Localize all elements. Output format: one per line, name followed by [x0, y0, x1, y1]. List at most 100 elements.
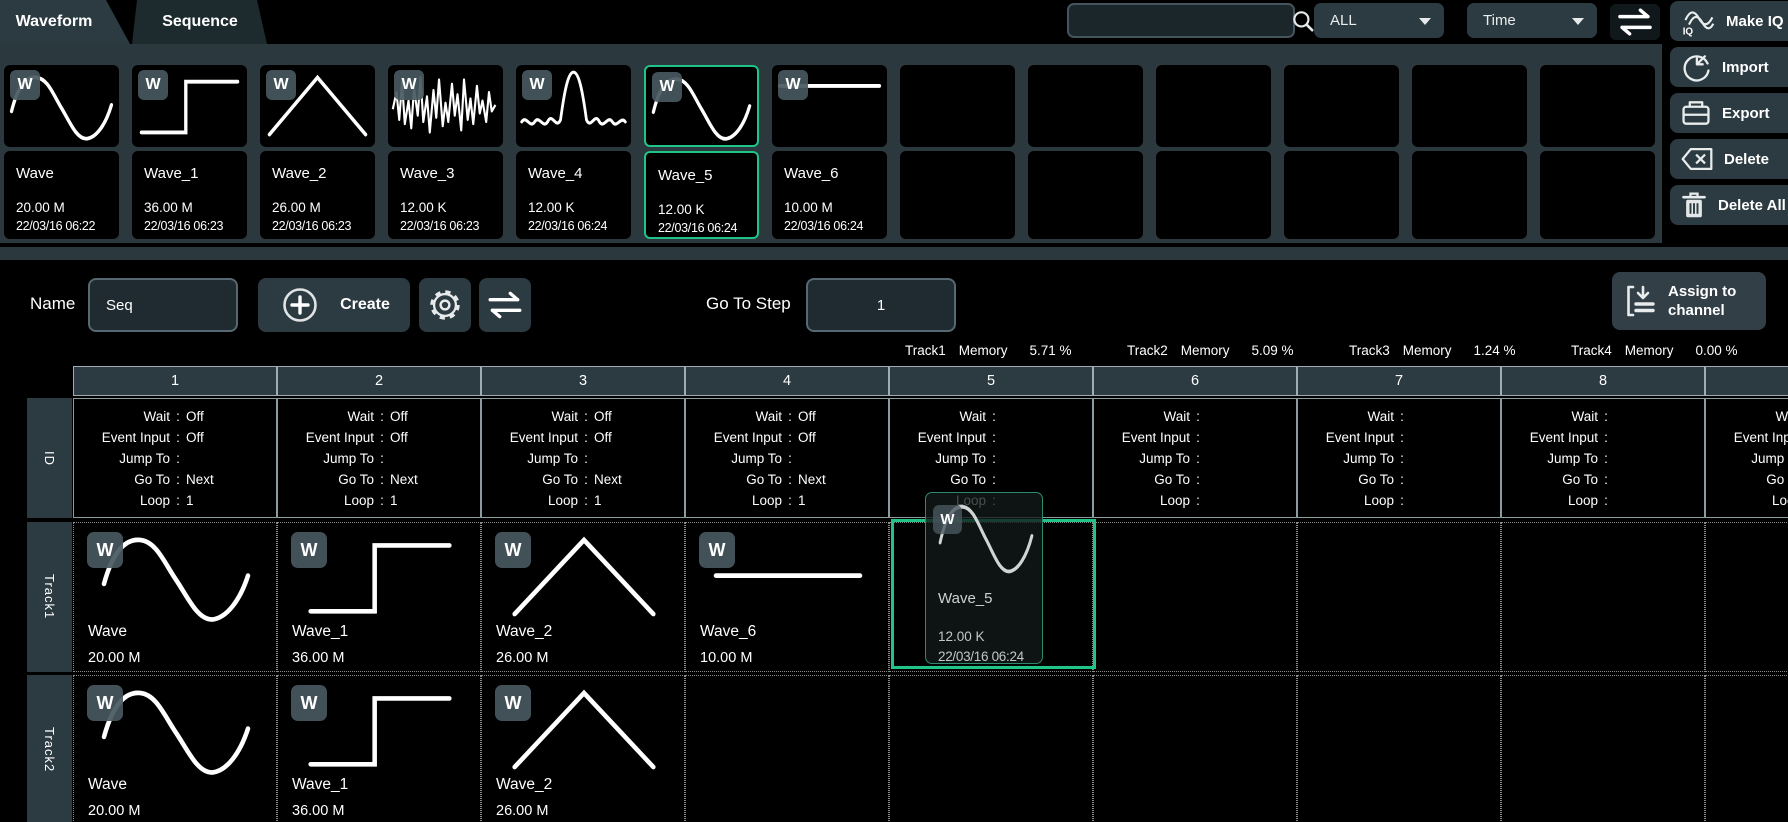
- waveform-tile-wave3[interactable]: W Wave_3 12.00 K 22/03/16 06:23: [388, 65, 503, 243]
- waveform-tile-wave6[interactable]: W Wave_6 10.00 M 22/03/16 06:24: [772, 65, 887, 243]
- track1-step4-cell[interactable]: W Wave_6 10.00 M: [685, 522, 889, 672]
- waveform-date: 22/03/16 06:24: [784, 219, 887, 233]
- waveform-tile-wave[interactable]: W Wave 20.00 M 22/03/16 06:22: [4, 65, 119, 243]
- goto-step-input[interactable]: [806, 278, 956, 332]
- step-header-4[interactable]: 4: [685, 366, 889, 396]
- track1-step1-cell[interactable]: W Wave 20.00 M: [73, 522, 277, 672]
- waveform-path: [104, 693, 248, 773]
- delete-button[interactable]: Delete: [1670, 139, 1788, 179]
- step-header-5[interactable]: 5: [889, 366, 1093, 396]
- step-9-params[interactable]: Wait: Event Input: Jump To: Go To: Loop:: [1705, 398, 1788, 518]
- reorder-steps-button[interactable]: [479, 278, 531, 332]
- cell-waveform-name: Wave_1: [292, 776, 348, 794]
- tab-waveform-label: Waveform: [16, 13, 93, 31]
- waveform-size: 26.00 M: [272, 200, 375, 215]
- waveform-tile-wave2[interactable]: W Wave_2 26.00 M 22/03/16 06:23: [260, 65, 375, 243]
- waveform-path: [311, 545, 450, 611]
- sequence-settings-button[interactable]: [419, 278, 471, 332]
- track2-step3-cell[interactable]: W Wave_2 26.00 M: [481, 675, 685, 822]
- waveform-date: 22/03/16 06:23: [144, 219, 247, 233]
- sort-dropdown[interactable]: Time: [1467, 3, 1597, 38]
- track2-step5-cell[interactable]: [889, 675, 1093, 822]
- row-label-track2: Track2: [27, 675, 72, 822]
- assign-to-channel-button[interactable]: Assign tochannel: [1612, 272, 1766, 330]
- chevron-down-icon: [1571, 16, 1585, 26]
- step-header-6[interactable]: 6: [1093, 366, 1297, 396]
- track1-step2-cell[interactable]: W Wave_1 36.00 M: [277, 522, 481, 672]
- cell-waveform-size: 26.00 M: [496, 803, 548, 819]
- search-box[interactable]: [1067, 3, 1295, 38]
- filter-type-dropdown[interactable]: ALL: [1314, 3, 1444, 38]
- track1-step3-cell[interactable]: W Wave_2 26.00 M: [481, 522, 685, 672]
- track2-step1-cell[interactable]: W Wave 20.00 M: [73, 675, 277, 822]
- track2-step4-cell[interactable]: [685, 675, 889, 822]
- waveform-info: Wave 20.00 M 22/03/16 06:22: [4, 151, 119, 239]
- export-label: Export: [1722, 105, 1770, 122]
- waveform-date: 22/03/16 06:23: [400, 219, 503, 233]
- delete-all-button[interactable]: Delete All: [1670, 185, 1788, 225]
- waveform-tile-wave5-selected[interactable]: W Wave_5 12.00 K 22/03/16 06:24: [644, 65, 759, 243]
- step-6-params[interactable]: Wait: Event Input: Jump To: Go To: Loop:: [1093, 398, 1297, 518]
- sort-order-toggle[interactable]: [1610, 4, 1660, 40]
- export-button[interactable]: Export: [1670, 93, 1788, 133]
- sort-value: Time: [1483, 12, 1516, 29]
- track1-step8-cell[interactable]: [1501, 522, 1705, 672]
- track2-step8-cell[interactable]: [1501, 675, 1705, 822]
- waveform-type-badge: W: [652, 72, 682, 102]
- track2-step6-cell[interactable]: [1093, 675, 1297, 822]
- track2-row: W Wave 20.00 M W Wave_1 36.00 M W Wave_2…: [73, 675, 1788, 822]
- dragged-waveform-card[interactable]: W Wave_5 12.00 K 22/03/16 06:24: [925, 492, 1043, 664]
- track1-step9-cell[interactable]: [1705, 522, 1788, 672]
- waveform-name: Wave_6: [784, 165, 887, 182]
- step-header-7[interactable]: 7: [1297, 366, 1501, 396]
- track1-memory: Track1Memory5.71 %: [905, 343, 1072, 358]
- waveform-type-badge: W: [495, 532, 531, 568]
- search-input[interactable]: [1069, 12, 1290, 29]
- waveform-list-scrollbar[interactable]: [0, 247, 1788, 260]
- step-3-params[interactable]: Wait:Off Event Input:Off Jump To: Go To:…: [481, 398, 685, 518]
- waveform-tile-wave1[interactable]: W Wave_1 36.00 M 22/03/16 06:23: [132, 65, 247, 243]
- step-header-8[interactable]: 8: [1501, 366, 1705, 396]
- import-button[interactable]: Import: [1670, 47, 1788, 87]
- track1-step7-cell[interactable]: [1297, 522, 1501, 672]
- step-header-9[interactable]: [1705, 366, 1788, 396]
- create-button[interactable]: Create: [258, 278, 410, 332]
- step-2-params[interactable]: Wait:Off Event Input:Off Jump To: Go To:…: [277, 398, 481, 518]
- cell-waveform-name: Wave_2: [496, 776, 552, 794]
- step-header-2[interactable]: 2: [277, 366, 481, 396]
- swap-arrows-icon: [486, 290, 524, 320]
- create-label: Create: [340, 296, 390, 314]
- waveform-type-badge: W: [291, 685, 327, 721]
- step-7-params[interactable]: Wait: Event Input: Jump To: Go To: Loop:: [1297, 398, 1501, 518]
- step-4-params[interactable]: Wait:Off Event Input:Off Jump To: Go To:…: [685, 398, 889, 518]
- make-iq-button[interactable]: IQ Make IQ: [1670, 1, 1788, 41]
- track1-step6-cell[interactable]: [1093, 522, 1297, 672]
- track2-step7-cell[interactable]: [1297, 675, 1501, 822]
- step-header-1[interactable]: 1: [73, 366, 277, 396]
- waveform-date: 22/03/16 06:23: [272, 219, 375, 233]
- track2-memory: Track2Memory5.09 %: [1127, 343, 1294, 358]
- drag-waveform-date: 22/03/16 06:24: [938, 649, 1024, 664]
- waveform-size: 12.00 K: [528, 200, 631, 215]
- step-1-params[interactable]: Wait:Off Event Input:Off Jump To: Go To:…: [73, 398, 277, 518]
- tab-sequence[interactable]: Sequence: [131, 0, 269, 44]
- waveform-tile-empty: [1540, 65, 1655, 243]
- track2-step9-cell[interactable]: [1705, 675, 1788, 822]
- tab-waveform[interactable]: Waveform: [0, 0, 130, 44]
- step-header-3[interactable]: 3: [481, 366, 685, 396]
- delete-all-label: Delete All: [1718, 197, 1786, 214]
- sequence-name-input[interactable]: [88, 278, 238, 332]
- goto-step-label: Go To Step: [706, 294, 791, 314]
- waveform-type-badge: W: [778, 70, 808, 100]
- import-icon: [1680, 51, 1712, 83]
- waveform-type-badge: W: [87, 532, 123, 568]
- track4-memory: Track4Memory0.00 %: [1571, 343, 1738, 358]
- step-8-params[interactable]: Wait: Event Input: Jump To: Go To: Loop:: [1501, 398, 1705, 518]
- cell-waveform-size: 36.00 M: [292, 650, 344, 666]
- waveform-type-badge: W: [87, 685, 123, 721]
- waveform-tile-empty: [900, 65, 1015, 243]
- track2-step2-cell[interactable]: W Wave_1 36.00 M: [277, 675, 481, 822]
- track3-memory-value: 1.24 %: [1474, 343, 1516, 358]
- swap-arrows-icon: [1615, 8, 1655, 36]
- waveform-tile-wave4[interactable]: W Wave_4 12.00 K 22/03/16 06:24: [516, 65, 631, 243]
